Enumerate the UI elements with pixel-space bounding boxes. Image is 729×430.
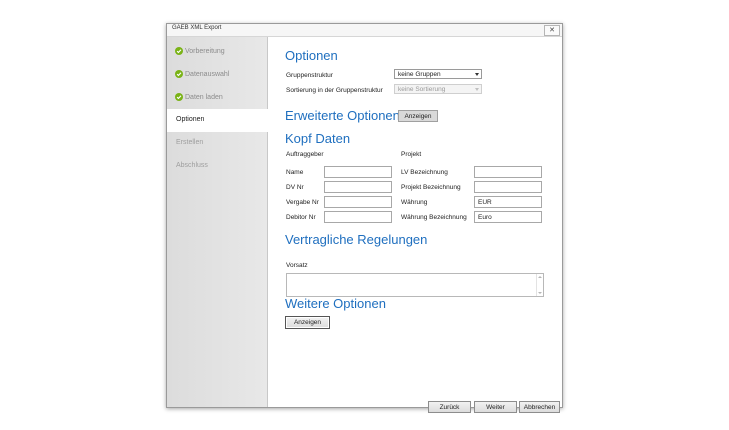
scroll-up-icon[interactable] [538, 276, 542, 278]
lv-bezeichnung-label: LV Bezeichnung [401, 169, 448, 176]
dv-nr-label: DV Nr [286, 184, 304, 191]
sidebar-item-label: Daten laden [185, 94, 223, 101]
debitor-nr-label: Debitor Nr [286, 214, 316, 221]
group-structure-label: Gruppenstruktur [286, 72, 333, 79]
check-icon [175, 70, 183, 78]
sidebar-item-label: Vorbereitung [185, 48, 225, 55]
lv-bezeichnung-field[interactable] [474, 166, 542, 178]
waehrung-label: Währung [401, 199, 428, 206]
vergabe-nr-field[interactable] [324, 196, 392, 208]
dropdown-arrow-icon [475, 73, 479, 76]
options-heading: Optionen [285, 48, 338, 63]
sort-label: Sortierung in der Gruppenstruktur [286, 87, 383, 94]
check-icon [175, 93, 183, 101]
project-column-label: Projekt [401, 151, 422, 158]
header-data-heading: Kopf Daten [285, 131, 351, 146]
advanced-options-show-button[interactable]: Anzeigen [398, 110, 438, 122]
sidebar-item-abschluss: Abschluss [167, 155, 267, 178]
export-dialog: GAEB XML Export ✕ Vorbereitung Datenausw… [166, 23, 563, 413]
sidebar-item-optionen[interactable]: Optionen [167, 109, 268, 132]
sidebar-item-erstellen: Erstellen [167, 132, 267, 155]
sidebar-item-vorbereitung[interactable]: Vorbereitung [167, 41, 267, 64]
sort-select: keine Sortierung [394, 84, 482, 94]
sidebar-item-label: Erstellen [176, 139, 204, 146]
projekt-bezeichnung-field[interactable] [474, 181, 542, 193]
waehrung-bezeichnung-field[interactable]: Euro [474, 211, 542, 223]
sidebar-item-label: Optionen [176, 116, 205, 123]
close-icon: ✕ [549, 27, 555, 34]
dropdown-arrow-icon [475, 88, 479, 91]
sidebar-item-daten-laden[interactable]: Daten laden [167, 87, 267, 110]
sort-value: keine Sortierung [398, 86, 446, 93]
vorsatz-textarea[interactable] [286, 273, 544, 297]
check-icon [175, 47, 183, 55]
cancel-button[interactable]: Abbrechen [519, 401, 560, 413]
dv-nr-field[interactable] [324, 181, 392, 193]
title-bar[interactable]: GAEB XML Export ✕ [167, 24, 562, 37]
group-structure-select[interactable]: keine Gruppen [394, 69, 482, 79]
back-button[interactable]: Zurück [428, 401, 471, 413]
group-structure-value: keine Gruppen [398, 71, 441, 78]
next-button[interactable]: Weiter [474, 401, 517, 413]
vorsatz-scrollbar[interactable] [536, 274, 543, 296]
projekt-bezeichnung-label: Projekt Bezeichnung [401, 184, 461, 191]
name-label: Name [286, 169, 304, 176]
waehrung-field[interactable]: EUR [474, 196, 542, 208]
sidebar-item-label: Datenauswahl [185, 71, 230, 78]
contract-rules-heading: Vertragliche Regelungen [285, 232, 428, 247]
scroll-down-icon[interactable] [538, 292, 542, 294]
close-button[interactable]: ✕ [544, 25, 560, 36]
more-options-heading: Weitere Optionen [285, 296, 386, 311]
more-options-show-button[interactable]: Anzeigen [285, 316, 330, 329]
name-field[interactable] [324, 166, 392, 178]
window-title: GAEB XML Export [172, 25, 222, 31]
sidebar-item-datenauswahl[interactable]: Datenauswahl [167, 64, 267, 87]
options-panel: Optionen Gruppenstruktur keine Gruppen S… [268, 37, 562, 413]
debitor-nr-field[interactable] [324, 211, 392, 223]
client-column-label: Auftraggeber [286, 151, 324, 158]
vorsatz-label: Vorsatz [286, 262, 308, 269]
wizard-sidebar: Vorbereitung Datenauswahl Daten laden Op… [167, 37, 268, 407]
waehrung-bezeichnung-label: Währung Bezeichnung [401, 214, 467, 221]
sidebar-item-label: Abschluss [176, 162, 208, 169]
vergabe-nr-label: Vergabe Nr [286, 199, 319, 206]
advanced-options-heading: Erweiterte Optionen [285, 108, 400, 123]
